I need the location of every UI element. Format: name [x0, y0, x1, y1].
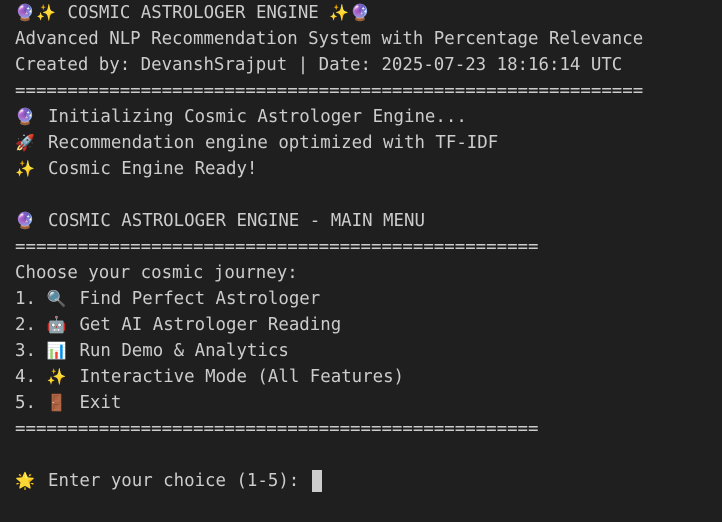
menu-item-interactive-mode: 4. ✨ Interactive Mode (All Features) [15, 364, 715, 390]
menu-item-label: Exit [79, 393, 122, 413]
menu-item-label: Find Perfect Astrologer [79, 289, 321, 309]
menu-item-label: Interactive Mode (All Features) [79, 367, 405, 387]
crystal-ball-icon: 🔮 [15, 107, 35, 126]
sun-icon: 🌟 [15, 471, 35, 490]
bar-chart-icon: 📊 [46, 341, 67, 360]
magnifier-icon: 🔍 [46, 289, 67, 308]
separator: ========================================… [15, 237, 539, 257]
menu-item-label: Run Demo & Analytics [79, 341, 289, 361]
crystal-ball-icon: 🔮 [350, 3, 371, 22]
menu-prompt-heading: Choose your cosmic journey: [15, 263, 298, 283]
input-prompt: Enter your choice (1-5): [48, 471, 300, 491]
menu-item-number: 3. [15, 341, 36, 361]
sparkles-icon: ✨ [15, 159, 35, 178]
door-icon: 🚪 [46, 393, 67, 412]
menu-item-number: 5. [15, 393, 36, 413]
input-prompt-line[interactable]: 🌟 Enter your choice (1-5): [15, 468, 715, 494]
header-title-line: 🔮✨ COSMIC ASTROLOGER ENGINE ✨🔮 [15, 0, 715, 26]
crystal-ball-icon: 🔮 [15, 3, 35, 22]
crystal-ball-icon: 🔮 [15, 211, 35, 230]
menu-item-exit: 5. 🚪 Exit [15, 390, 715, 416]
sparkles-icon: ✨ [329, 3, 350, 22]
menu-item-ai-reading: 2. 🤖 Get AI Astrologer Reading [15, 312, 715, 338]
text-cursor[interactable] [311, 470, 322, 492]
menu-item-number: 2. [15, 315, 36, 335]
startup-optimized-text: Recommendation engine optimized with TF-… [48, 133, 499, 153]
robot-icon: 🤖 [46, 315, 67, 334]
separator: ========================================… [15, 419, 539, 439]
header-created-line: Created by: DevanshSrajput | Date: 2025-… [15, 55, 623, 75]
rocket-icon: 🚀 [15, 133, 35, 152]
sparkles-icon: ✨ [36, 3, 56, 22]
startup-ready-text: Cosmic Engine Ready! [48, 159, 258, 179]
sparkles-icon: ✨ [46, 367, 67, 386]
menu-item-label: Get AI Astrologer Reading [79, 315, 342, 335]
menu-item-find-astrologer: 1. 🔍 Find Perfect Astrologer [15, 286, 715, 312]
menu-item-number: 1. [15, 289, 36, 309]
startup-init-line: 🔮 Initializing Cosmic Astrologer Engine..… [15, 104, 715, 130]
startup-init-text: Initializing Cosmic Astrologer Engine... [48, 107, 467, 127]
header-subtitle: Advanced NLP Recommendation System with … [15, 29, 644, 49]
startup-ready-line: ✨ Cosmic Engine Ready! [15, 156, 715, 182]
header-title: COSMIC ASTROLOGER ENGINE [67, 3, 319, 23]
terminal-output: 🔮✨ COSMIC ASTROLOGER ENGINE ✨🔮 Advanced … [15, 0, 715, 494]
startup-optimized-line: 🚀 Recommendation engine optimized with TF… [15, 130, 715, 156]
menu-title-line: 🔮 COSMIC ASTROLOGER ENGINE - MAIN MENU [15, 208, 715, 234]
menu-item-number: 4. [15, 367, 36, 387]
separator: ========================================… [15, 81, 644, 101]
menu-title: COSMIC ASTROLOGER ENGINE - MAIN MENU [48, 211, 425, 231]
menu-item-demo-analytics: 3. 📊 Run Demo & Analytics [15, 338, 715, 364]
